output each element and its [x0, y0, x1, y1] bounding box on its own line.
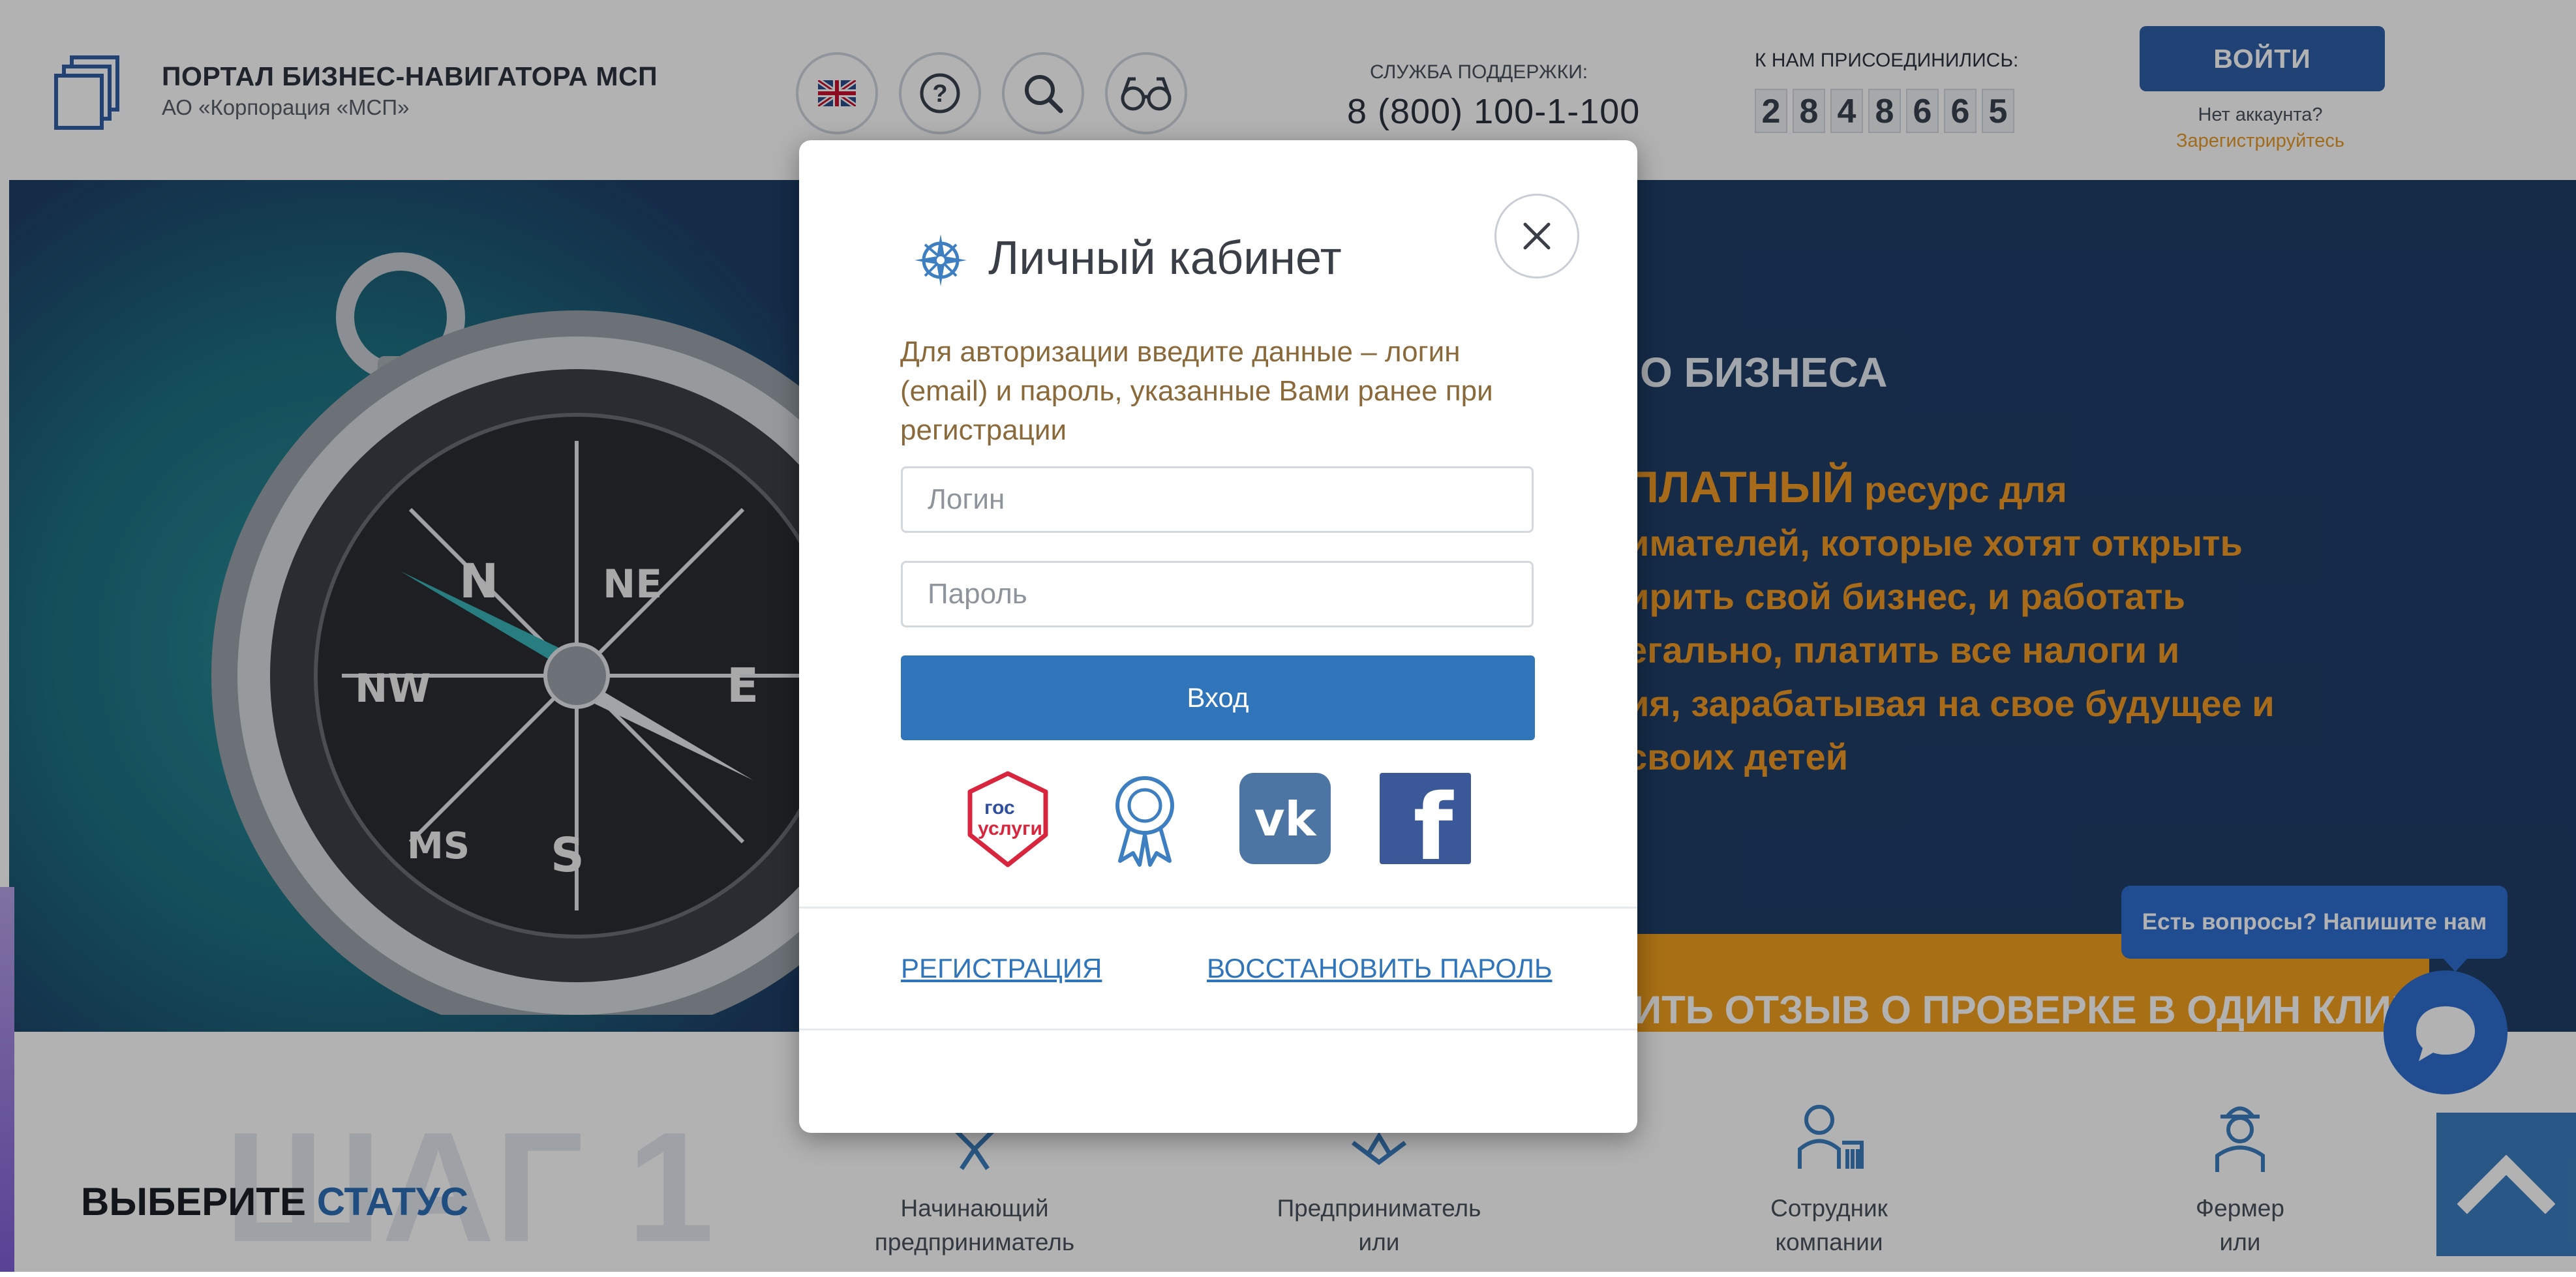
- vk-icon: vk: [1239, 773, 1331, 864]
- fb-label: f: [1414, 775, 1455, 864]
- modal-divider: [799, 907, 1637, 909]
- esign-login-button[interactable]: [1096, 770, 1194, 867]
- login-modal: Личный кабинет Для авторизации введите д…: [799, 140, 1637, 1133]
- gosuslugi-icon: гос услуги: [967, 771, 1048, 867]
- modal-title: Личный кабинет: [988, 232, 1342, 284]
- restore-password-link[interactable]: ВОССТАНОВИТЬ ПАРОЛЬ: [1207, 953, 1553, 984]
- facebook-icon: f: [1380, 773, 1471, 864]
- registration-link[interactable]: РЕГИСТРАЦИЯ: [901, 953, 1102, 984]
- close-icon: [1523, 222, 1551, 250]
- facebook-login-button[interactable]: f: [1376, 770, 1474, 867]
- password-field[interactable]: [901, 561, 1534, 627]
- compass-rose-icon: [915, 234, 967, 286]
- close-button[interactable]: [1494, 194, 1579, 278]
- vk-login-button[interactable]: vk: [1236, 770, 1334, 867]
- vk-label: vk: [1254, 792, 1318, 847]
- login-field[interactable]: [901, 466, 1534, 533]
- submit-button[interactable]: Вход: [901, 655, 1535, 740]
- gosuslugi-login-button[interactable]: гос услуги: [959, 770, 1057, 867]
- gosuslugi-bottom: услуги: [978, 818, 1042, 839]
- modal-divider: [799, 1029, 1637, 1030]
- certificate-icon: [1115, 776, 1174, 867]
- modal-description: Для авторизации введите данные – логин (…: [900, 336, 1493, 446]
- gosuslugi-top: гос: [984, 797, 1015, 819]
